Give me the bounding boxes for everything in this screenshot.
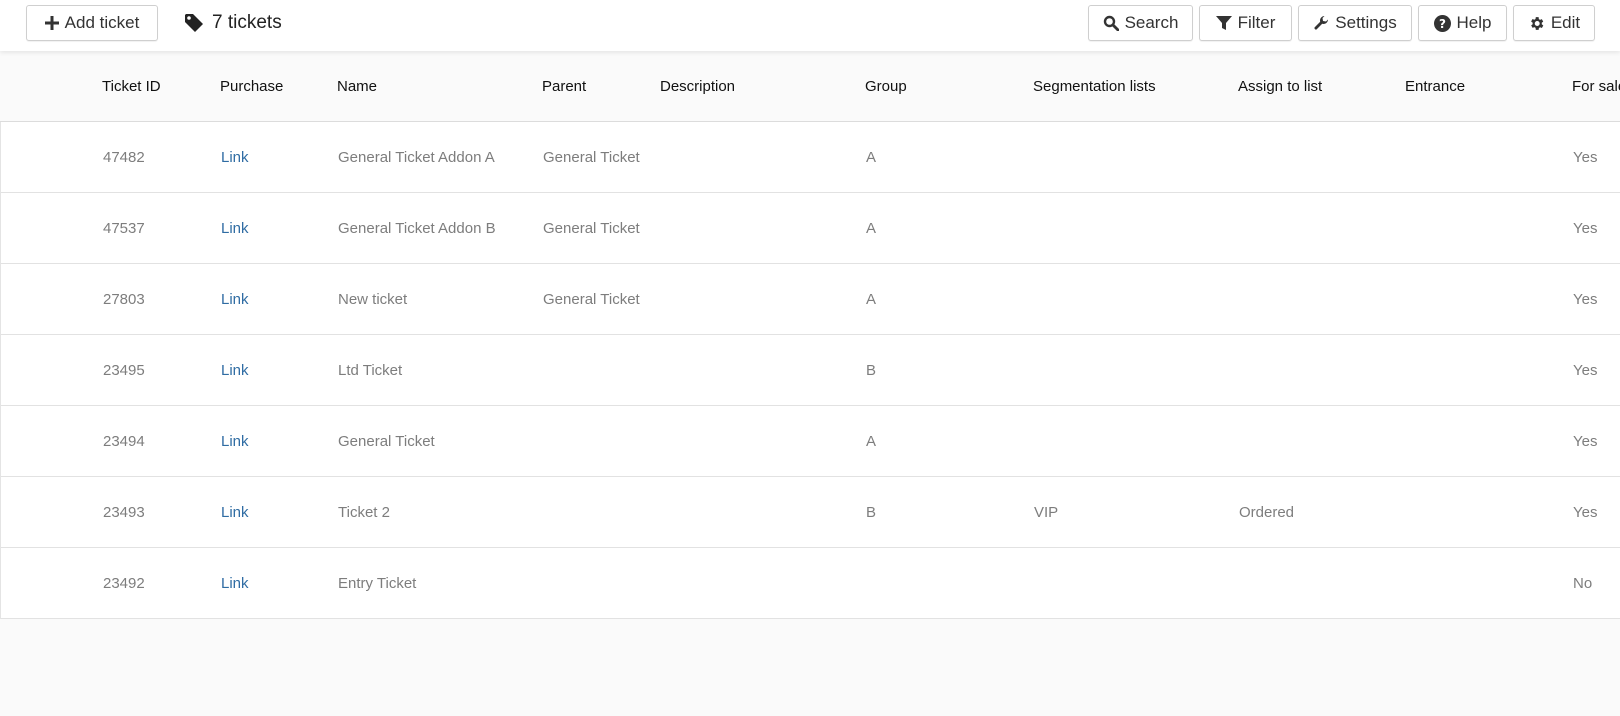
cell-name: General Ticket	[338, 433, 435, 450]
filter-button[interactable]: Filter	[1199, 5, 1292, 41]
cell-ticket-id: 23495	[103, 362, 145, 379]
cell-group: A	[866, 433, 877, 450]
tag-icon	[184, 13, 204, 33]
cell-ticket-id: 47537	[103, 220, 145, 237]
help-label: Help	[1456, 13, 1492, 32]
cell-group: A	[866, 220, 877, 237]
cell-for-sale: Yes	[1573, 220, 1598, 237]
cell-ticket-id: 23492	[103, 575, 145, 592]
ticket-list-page: Add ticket 7 tickets Search Filter Setti	[0, 0, 1620, 716]
table-row[interactable]: 23492 Link Entry Ticket No	[1, 548, 1620, 619]
purchase-link[interactable]: Link	[221, 193, 249, 264]
search-label: Search	[1124, 13, 1179, 32]
svg-text:?: ?	[1439, 17, 1446, 31]
table-row[interactable]: 23494 Link General Ticket A Yes	[1, 406, 1620, 477]
cell-parent: General Ticket	[543, 291, 640, 308]
cell-name: Ticket 2	[338, 504, 390, 521]
cell-ticket-id: 23494	[103, 433, 145, 450]
gear-icon	[1528, 15, 1545, 32]
purchase-link[interactable]: Link	[221, 335, 249, 406]
cell-for-sale: Yes	[1573, 362, 1598, 379]
ticket-count: 7 tickets	[184, 10, 282, 36]
cell-parent: General Ticket	[543, 149, 640, 166]
column-header-description[interactable]: Description	[660, 52, 735, 121]
cell-for-sale: Yes	[1573, 504, 1598, 521]
column-header-name[interactable]: Name	[337, 52, 377, 121]
cell-ticket-id: 23493	[103, 504, 145, 521]
column-header-ticket-id[interactable]: Ticket ID	[102, 52, 161, 121]
column-header-assign-to-list[interactable]: Assign to list	[1238, 52, 1322, 121]
cell-group: B	[866, 504, 877, 521]
purchase-link[interactable]: Link	[221, 406, 249, 477]
table-header: Ticket ID Purchase Name Parent Descripti…	[0, 52, 1620, 122]
settings-label: Settings	[1335, 13, 1397, 32]
search-icon	[1103, 15, 1119, 31]
cell-name: General Ticket Addon A	[338, 149, 495, 166]
purchase-link[interactable]: Link	[221, 264, 249, 335]
column-header-purchase[interactable]: Purchase	[220, 52, 283, 121]
wrench-icon	[1313, 15, 1329, 31]
column-header-segmentation-lists[interactable]: Segmentation lists	[1033, 52, 1156, 121]
add-ticket-button[interactable]: Add ticket	[26, 5, 158, 41]
cell-segmentation-lists: VIP	[1034, 504, 1059, 521]
cell-for-sale: Yes	[1573, 291, 1598, 308]
cell-name: Entry Ticket	[338, 575, 417, 592]
filter-label: Filter	[1237, 13, 1276, 32]
column-header-for-sale[interactable]: For sale	[1572, 52, 1620, 121]
column-header-entrance[interactable]: Entrance	[1405, 52, 1465, 121]
cell-assign-to-list: Ordered	[1239, 504, 1295, 521]
cell-for-sale: Yes	[1573, 433, 1598, 450]
cell-parent: General Ticket	[543, 220, 640, 237]
table-row[interactable]: 47537 Link General Ticket Addon B Genera…	[1, 193, 1620, 264]
column-header-parent[interactable]: Parent	[542, 52, 586, 121]
purchase-link[interactable]: Link	[221, 548, 249, 619]
cell-group: B	[866, 362, 877, 379]
column-header-group[interactable]: Group	[865, 52, 907, 121]
purchase-link[interactable]: Link	[221, 122, 249, 193]
add-ticket-label: Add ticket	[64, 13, 140, 32]
plus-icon	[44, 16, 59, 30]
table-body: 47482 Link General Ticket Addon A Genera…	[0, 122, 1620, 619]
toolbar: Add ticket 7 tickets Search Filter Setti	[0, 0, 1620, 51]
edit-button[interactable]: Edit	[1513, 5, 1595, 41]
cell-group: A	[866, 291, 877, 308]
edit-label: Edit	[1550, 13, 1581, 32]
cell-ticket-id: 47482	[103, 149, 145, 166]
search-button[interactable]: Search	[1088, 5, 1193, 41]
table-row[interactable]: 47482 Link General Ticket Addon A Genera…	[1, 122, 1620, 193]
ticket-count-label: 7 tickets	[212, 12, 282, 33]
cell-name: Ltd Ticket	[338, 362, 403, 379]
table-row[interactable]: 23493 Link Ticket 2 B VIP Ordered Yes	[1, 477, 1620, 548]
purchase-link[interactable]: Link	[221, 477, 249, 548]
cell-for-sale: No	[1573, 575, 1593, 592]
cell-group: A	[866, 149, 877, 166]
help-button[interactable]: ? Help	[1418, 5, 1507, 41]
table-row[interactable]: 27803 Link New ticket General Ticket A Y…	[1, 264, 1620, 335]
cell-name: General Ticket Addon B	[338, 220, 496, 237]
table-row[interactable]: 23495 Link Ltd Ticket B Yes	[1, 335, 1620, 406]
filter-icon	[1215, 15, 1232, 31]
cell-ticket-id: 27803	[103, 291, 145, 308]
question-circle-icon: ?	[1433, 14, 1451, 32]
cell-name: New ticket	[338, 291, 408, 308]
settings-button[interactable]: Settings	[1298, 5, 1412, 41]
cell-for-sale: Yes	[1573, 149, 1598, 166]
